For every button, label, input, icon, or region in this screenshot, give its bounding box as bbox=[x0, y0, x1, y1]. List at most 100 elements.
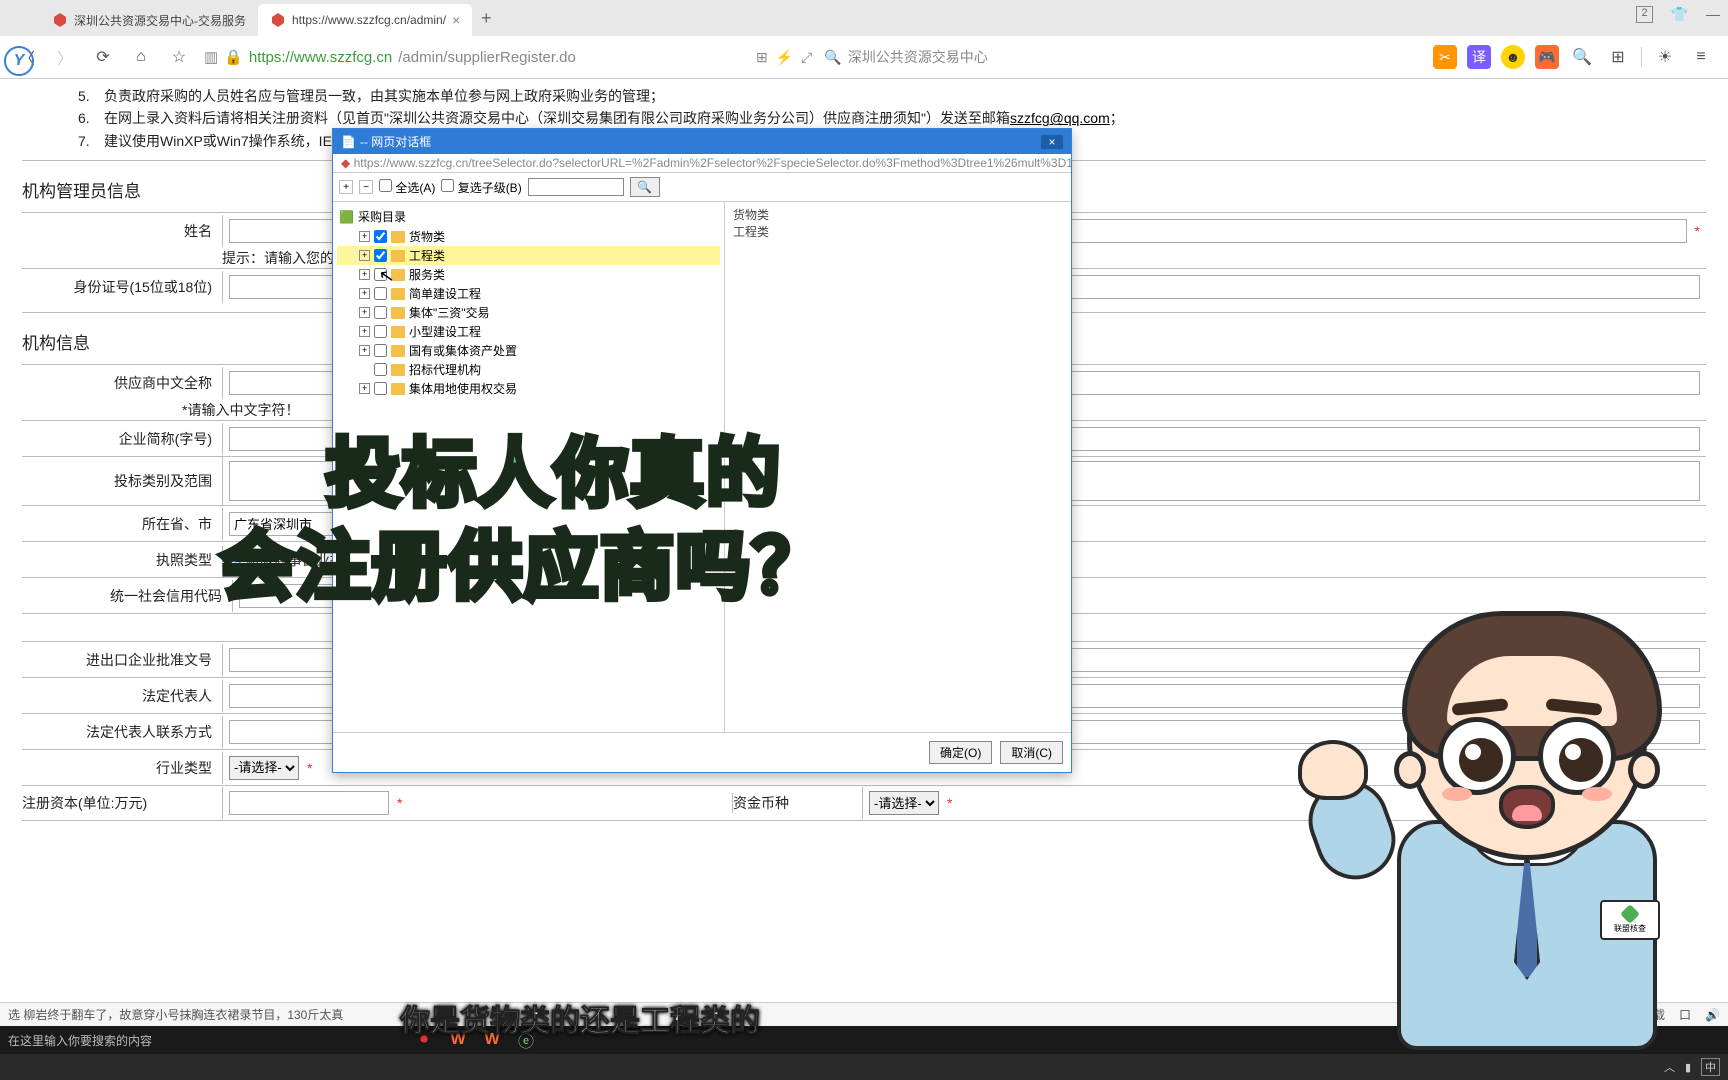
expand-icon[interactable]: + bbox=[359, 326, 370, 337]
label-id: 身份证号(15位或18位) bbox=[22, 277, 222, 297]
dialog-close-button[interactable]: × bbox=[1041, 135, 1063, 149]
supplier-hint: *请输入中文字符！ bbox=[182, 402, 299, 418]
favicon-icon bbox=[270, 12, 286, 28]
folder-icon bbox=[391, 288, 405, 300]
expand-icon[interactable]: + bbox=[359, 288, 370, 299]
tree-label: 小型建设工程 bbox=[409, 323, 481, 340]
tree-root[interactable]: 🟩采购目录 bbox=[337, 206, 720, 227]
cartoon-avatar: 联盟核查 bbox=[1342, 530, 1712, 1050]
battery-icon[interactable]: ▮ bbox=[1685, 1061, 1691, 1074]
copy-children-checkbox[interactable]: 复选子级(B) bbox=[441, 179, 521, 196]
compat-icon[interactable]: ⚡ bbox=[776, 49, 793, 66]
tree-checkbox[interactable] bbox=[374, 344, 387, 357]
tab-active[interactable]: https://www.szzfcg.cn/admin/ × bbox=[258, 4, 472, 36]
reload-button[interactable]: ⟳ bbox=[90, 44, 116, 70]
apps-icon[interactable]: ⊞ bbox=[1605, 44, 1631, 70]
label-industry: 行业类型 bbox=[22, 758, 222, 778]
zoom-icon[interactable]: 🔍 bbox=[1569, 44, 1595, 70]
select-all-checkbox[interactable]: 全选(A) bbox=[379, 179, 435, 196]
site-info-icon[interactable]: ▥ bbox=[204, 48, 218, 66]
tree-node[interactable]: 招标代理机构 bbox=[337, 360, 720, 379]
cancel-button[interactable]: 取消(C) bbox=[1000, 741, 1063, 764]
search-placeholder: 深圳公共资源交易中心 bbox=[848, 47, 988, 67]
dialog-icon: 📄 bbox=[341, 135, 356, 149]
tree-checkbox[interactable] bbox=[374, 306, 387, 319]
tree-label: 服务类 bbox=[409, 266, 445, 283]
url-host: https://www.szzfcg.cn bbox=[249, 49, 392, 66]
label-legal-rep: 法定代表人 bbox=[22, 686, 222, 706]
taskbar-search[interactable]: 在这里输入你要搜索的内容 bbox=[8, 1032, 152, 1049]
collapse-all-button[interactable]: − bbox=[359, 180, 373, 194]
tree-checkbox[interactable] bbox=[374, 382, 387, 395]
favicon-icon bbox=[52, 12, 68, 28]
tree-node[interactable]: +工程类 bbox=[337, 246, 720, 265]
folder-icon bbox=[391, 364, 405, 376]
menu-icon[interactable]: ≡ bbox=[1688, 44, 1714, 70]
selected-item: 货物类 bbox=[733, 206, 1063, 223]
expand-all-button[interactable]: + bbox=[339, 180, 353, 194]
tab-title: 深圳公共资源交易中心-交易服务 bbox=[74, 12, 246, 29]
expand-icon[interactable]: + bbox=[359, 231, 370, 242]
forward-button[interactable]: 〉 bbox=[52, 44, 78, 70]
home-button[interactable]: ⌂ bbox=[128, 44, 154, 70]
required-icon: * bbox=[307, 760, 312, 776]
tree-checkbox[interactable] bbox=[374, 249, 387, 262]
label-import-export: 进出口企业批准文号 bbox=[22, 650, 222, 670]
dialog-search-button[interactable]: 🔍 bbox=[630, 177, 660, 197]
tree-checkbox[interactable] bbox=[374, 325, 387, 338]
tree-node[interactable]: +集体用地使用权交易 bbox=[337, 379, 720, 398]
tree-node[interactable]: +简单建设工程 bbox=[337, 284, 720, 303]
email-link[interactable]: szzfcg@qq.com bbox=[1010, 110, 1110, 126]
expand-icon[interactable]: + bbox=[359, 383, 370, 394]
ok-button[interactable]: 确定(O) bbox=[929, 741, 992, 764]
reader-icon[interactable]: ⤢ bbox=[801, 49, 812, 66]
tree-checkbox[interactable] bbox=[374, 287, 387, 300]
theme-icon[interactable]: ☀ bbox=[1652, 44, 1678, 70]
face-icon[interactable]: ☻ bbox=[1501, 45, 1525, 69]
dialog-url: ◆ https://www.szzfcg.cn/treeSelector.do?… bbox=[333, 154, 1071, 173]
qr-icon[interactable]: ⊞ bbox=[756, 49, 768, 66]
expand-icon[interactable]: + bbox=[359, 345, 370, 356]
input-capital[interactable] bbox=[229, 791, 389, 815]
tree-node[interactable]: + 小型建设工程 bbox=[337, 322, 720, 341]
bookmark-text[interactable]: 选 柳岩终于翻车了，故意穿小号抹胸连衣裙录节目，130斤太真 bbox=[8, 1006, 343, 1023]
tree-node[interactable]: +国有或集体资产处置 bbox=[337, 341, 720, 360]
selected-item: 工程类 bbox=[733, 223, 1063, 240]
tree-label: 集体"三资"交易 bbox=[409, 304, 490, 321]
dialog-search-input[interactable] bbox=[528, 178, 624, 196]
folder-icon bbox=[391, 307, 405, 319]
new-tab-button[interactable]: + bbox=[472, 8, 500, 29]
expand-icon[interactable]: + bbox=[359, 307, 370, 318]
address-bar[interactable]: ▥ 🔒 https://www.szzfcg.cn/admin/supplier… bbox=[204, 48, 744, 66]
folder-icon bbox=[391, 345, 405, 357]
favorite-button[interactable]: ☆ bbox=[166, 44, 192, 70]
scissors-icon[interactable]: ✂ bbox=[1433, 45, 1457, 69]
select-currency[interactable]: -请选择- bbox=[869, 791, 939, 815]
dialog-title-text: -- 网页对话框 bbox=[360, 133, 431, 150]
system-tray: ︿ ▮ 中 bbox=[0, 1054, 1728, 1080]
extensions-icon[interactable]: 👕 bbox=[1671, 6, 1688, 23]
tree-checkbox[interactable] bbox=[374, 230, 387, 243]
tree-checkbox[interactable] bbox=[374, 363, 387, 376]
tree-node[interactable]: + 集体"三资"交易 bbox=[337, 303, 720, 322]
video-overlay-title: 投标人你真的 会注册供应商吗？ bbox=[280, 428, 828, 613]
required-icon: * bbox=[947, 795, 952, 811]
game-icon[interactable]: 🎮 bbox=[1535, 45, 1559, 69]
ime-indicator[interactable]: 中 bbox=[1701, 1058, 1720, 1076]
expand-icon[interactable]: + bbox=[359, 250, 370, 261]
tab-inactive[interactable]: 深圳公共资源交易中心-交易服务 bbox=[40, 4, 258, 36]
label-capital: 注册资本(单位:万元) bbox=[22, 793, 222, 813]
expand-icon[interactable]: + bbox=[359, 269, 370, 280]
url-path: /admin/supplierRegister.do bbox=[398, 49, 576, 66]
search-box[interactable]: 🔍 深圳公共资源交易中心 bbox=[824, 47, 1034, 67]
tree-node[interactable]: + 货物类 bbox=[337, 227, 720, 246]
translate-icon[interactable]: 译 bbox=[1467, 45, 1491, 69]
tray-chevron-icon[interactable]: ︿ bbox=[1664, 1059, 1675, 1075]
label-name: 姓名 bbox=[22, 221, 222, 241]
close-icon[interactable]: × bbox=[452, 12, 460, 28]
minimize-button[interactable]: — bbox=[1706, 6, 1720, 23]
folder-icon bbox=[391, 231, 405, 243]
label-province: 所在省、市 bbox=[22, 514, 222, 534]
select-industry[interactable]: -请选择- bbox=[229, 756, 299, 780]
tree-label: 货物类 bbox=[409, 228, 445, 245]
